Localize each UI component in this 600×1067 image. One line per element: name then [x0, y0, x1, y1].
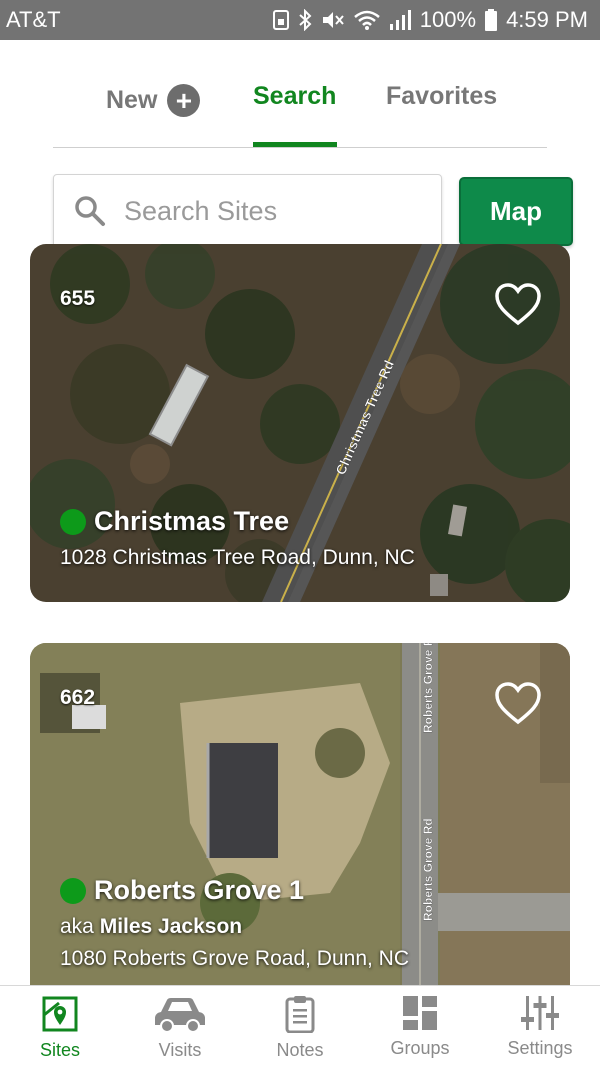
wifi-icon — [353, 10, 380, 30]
search-input[interactable] — [124, 195, 404, 227]
nav-label: Notes — [276, 1040, 324, 1060]
site-address: 1080 Roberts Grove Road, Dunn, NC — [60, 947, 410, 970]
heart-icon[interactable] — [494, 681, 542, 725]
aka-prefix: aka — [60, 915, 94, 938]
tab-new[interactable]: New + — [106, 84, 201, 117]
bottom-nav: Sites Visits Notes Groups Settings — [0, 985, 600, 1067]
site-card[interactable]: Christmas Tree Rd 655 Christmas Tree 102… — [30, 244, 570, 602]
grid-icon — [403, 996, 437, 1030]
tab-new-label: New — [106, 86, 158, 114]
status-dot — [60, 877, 86, 904]
aka-name: Miles Jackson — [99, 915, 243, 938]
tab-favorites[interactable]: Favorites — [386, 82, 497, 111]
status-dot — [60, 508, 86, 535]
site-title-row: Christmas Tree — [60, 506, 289, 537]
carrier-label: AT&T — [6, 7, 61, 32]
heart-icon[interactable] — [494, 282, 542, 326]
plus-circle-icon: + — [167, 84, 201, 117]
signal-icon — [389, 10, 411, 30]
status-icons: 100% 4:59 PM — [272, 7, 588, 33]
nav-groups[interactable]: Groups — [360, 986, 480, 1067]
nav-label: Settings — [507, 1038, 573, 1058]
lock-screen-icon — [272, 10, 289, 30]
map-pin-icon — [42, 996, 78, 1032]
nav-label: Visits — [158, 1040, 202, 1060]
site-number: 662 — [60, 686, 96, 709]
mute-icon — [322, 12, 344, 28]
nav-sites[interactable]: Sites — [0, 986, 120, 1067]
road-label: Roberts Grove Rd — [421, 818, 435, 921]
map-button[interactable]: Map — [459, 177, 573, 246]
search-icon — [75, 196, 105, 226]
bluetooth-icon — [299, 9, 312, 31]
nav-settings[interactable]: Settings — [480, 986, 600, 1067]
site-aka: aka Miles Jackson — [60, 915, 242, 939]
nav-label: Groups — [390, 1038, 450, 1058]
active-tab-indicator — [253, 142, 337, 147]
site-title: Christmas Tree — [94, 506, 290, 536]
map-button-label: Map — [490, 196, 542, 226]
tab-search[interactable]: Search — [253, 82, 336, 111]
status-bar: AT&T 100% 4:59 PM — [0, 0, 600, 40]
tab-search-label: Search — [253, 82, 337, 110]
site-card[interactable]: Roberts Grove Rd Roberts Grove Rd 662 Ro… — [30, 643, 570, 1003]
site-title: Roberts Grove 1 — [94, 875, 305, 905]
site-number: 655 — [60, 287, 96, 310]
site-title-row: Roberts Grove 1 — [60, 875, 304, 906]
clock: 4:59 PM — [506, 7, 588, 32]
road-label: Roberts Grove Rd — [421, 643, 435, 733]
search-box[interactable] — [53, 174, 442, 248]
car-icon — [155, 998, 205, 1033]
nav-label: Sites — [39, 1040, 81, 1060]
battery-icon — [485, 9, 498, 31]
sliders-icon — [521, 996, 559, 1030]
top-tabs: New + Search Favorites — [53, 40, 547, 148]
site-address: 1028 Christmas Tree Road, Dunn, NC — [60, 546, 415, 569]
nav-notes[interactable]: Notes — [240, 986, 360, 1067]
nav-visits[interactable]: Visits — [120, 986, 240, 1067]
clipboard-icon — [285, 996, 315, 1033]
battery-percent: 100% — [419, 7, 477, 32]
tab-favorites-label: Favorites — [386, 82, 498, 110]
